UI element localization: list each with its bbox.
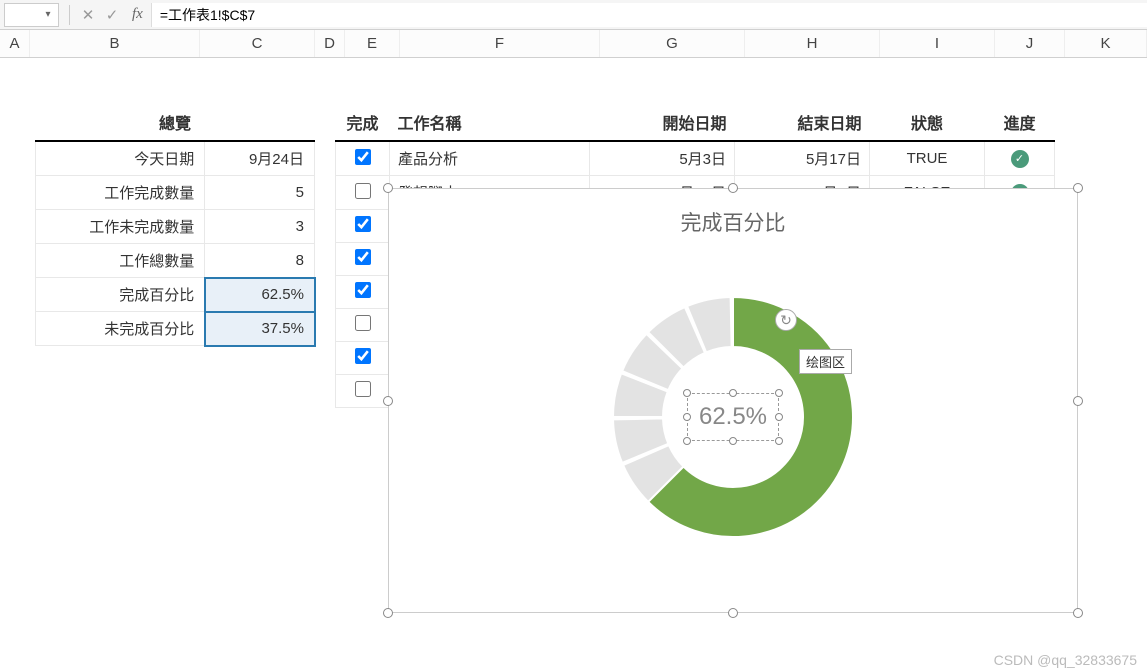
column-header[interactable]: A: [0, 30, 30, 57]
summary-value[interactable]: 37.5%: [205, 312, 315, 346]
summary-table: 總覽 今天日期9月24日工作完成數量5工作未完成數量3工作總數量8完成百分比62…: [35, 104, 315, 346]
resize-handle[interactable]: [683, 389, 691, 397]
col-end: 結束日期: [735, 104, 870, 141]
table-row: 工作未完成數量3: [36, 210, 315, 244]
resize-handle[interactable]: [683, 437, 691, 445]
summary-label[interactable]: 未完成百分比: [36, 312, 205, 346]
task-name[interactable]: 產品分析: [390, 141, 590, 176]
table-row: 完成百分比62.5%: [36, 278, 315, 312]
name-box[interactable]: ▾: [4, 3, 59, 27]
done-checkbox[interactable]: [355, 249, 371, 265]
column-header[interactable]: H: [745, 30, 880, 57]
summary-label[interactable]: 完成百分比: [36, 278, 205, 312]
table-row: 今天日期9月24日: [36, 141, 315, 176]
column-header[interactable]: J: [995, 30, 1065, 57]
summary-value[interactable]: 3: [205, 210, 315, 244]
done-checkbox[interactable]: [355, 216, 371, 232]
resize-handle[interactable]: [775, 437, 783, 445]
formula-input[interactable]: [151, 3, 1147, 27]
col-start: 開始日期: [590, 104, 735, 141]
end-date[interactable]: 5月17日: [735, 141, 870, 176]
done-checkbox[interactable]: [355, 183, 371, 199]
summary-value[interactable]: 8: [205, 244, 315, 278]
done-cell[interactable]: [336, 210, 390, 243]
start-date[interactable]: 5月3日: [590, 141, 735, 176]
table-row: 未完成百分比37.5%: [36, 312, 315, 346]
resize-handle[interactable]: [775, 389, 783, 397]
tooltip: 绘图区: [799, 349, 852, 374]
chart-title[interactable]: 完成百分比: [389, 189, 1077, 237]
column-header[interactable]: D: [315, 30, 345, 57]
resize-handle[interactable]: [729, 389, 737, 397]
table-row: 產品分析 5月3日 5月17日 TRUE ✓: [336, 141, 1055, 176]
table-row: 工作完成數量5: [36, 176, 315, 210]
done-checkbox[interactable]: [355, 282, 371, 298]
done-checkbox[interactable]: [355, 348, 371, 364]
separator: [69, 5, 70, 25]
resize-handle[interactable]: [1073, 183, 1083, 193]
fx-icon[interactable]: fx: [124, 6, 151, 23]
column-headers: ABCDEFGHIJK: [0, 30, 1147, 58]
col-progress: 進度: [985, 104, 1055, 141]
spreadsheet-grid[interactable]: 總覽 今天日期9月24日工作完成數量5工作未完成數量3工作總數量8完成百分比62…: [0, 58, 1147, 672]
column-header[interactable]: I: [880, 30, 995, 57]
resize-handle[interactable]: [728, 183, 738, 193]
done-cell[interactable]: [336, 243, 390, 276]
summary-value[interactable]: 9月24日: [205, 141, 315, 176]
check-icon: ✓: [1011, 150, 1029, 168]
table-row: 工作總數量8: [36, 244, 315, 278]
resize-handle[interactable]: [683, 413, 691, 421]
summary-header: 總覽: [36, 104, 315, 141]
progress-cell[interactable]: ✓: [985, 141, 1055, 176]
column-header[interactable]: F: [400, 30, 600, 57]
done-cell[interactable]: [336, 309, 390, 342]
resize-handle[interactable]: [775, 413, 783, 421]
formula-bar: ▾ ✕ ✓ fx: [0, 0, 1147, 30]
done-cell[interactable]: [336, 141, 390, 176]
chart-plot-area[interactable]: 62.5%: [389, 237, 1077, 597]
done-checkbox[interactable]: [355, 381, 371, 397]
status-cell[interactable]: TRUE: [870, 141, 985, 176]
confirm-button[interactable]: ✓: [100, 3, 124, 27]
watermark: CSDN @qq_32833675: [994, 652, 1137, 668]
done-cell[interactable]: [336, 375, 390, 408]
column-header[interactable]: K: [1065, 30, 1147, 57]
cancel-button[interactable]: ✕: [76, 3, 100, 27]
column-header[interactable]: B: [30, 30, 200, 57]
done-cell[interactable]: [336, 342, 390, 375]
column-header[interactable]: C: [200, 30, 315, 57]
summary-label[interactable]: 工作總數量: [36, 244, 205, 278]
summary-label[interactable]: 工作未完成數量: [36, 210, 205, 244]
done-checkbox[interactable]: [355, 149, 371, 165]
col-status: 狀態: [870, 104, 985, 141]
done-cell[interactable]: [336, 176, 390, 210]
resize-handle[interactable]: [729, 437, 737, 445]
resize-handle[interactable]: [383, 608, 393, 618]
summary-value[interactable]: 62.5%: [205, 278, 315, 312]
resize-handle[interactable]: [383, 183, 393, 193]
done-checkbox[interactable]: [355, 315, 371, 331]
rotate-handle-icon[interactable]: ↻: [775, 309, 797, 331]
summary-label[interactable]: 今天日期: [36, 141, 205, 176]
resize-handle[interactable]: [1073, 608, 1083, 618]
done-cell[interactable]: [336, 276, 390, 309]
name-box-dropdown-icon[interactable]: ▾: [42, 9, 54, 20]
col-done: 完成: [336, 104, 390, 141]
column-header[interactable]: E: [345, 30, 400, 57]
summary-value[interactable]: 5: [205, 176, 315, 210]
column-header[interactable]: G: [600, 30, 745, 57]
chart-object[interactable]: 完成百分比 62.5% ↻ 绘图区: [388, 188, 1078, 613]
chart-center-label[interactable]: 62.5%: [699, 403, 767, 431]
col-name: 工作名稱: [390, 104, 590, 141]
summary-label[interactable]: 工作完成數量: [36, 176, 205, 210]
resize-handle[interactable]: [728, 608, 738, 618]
